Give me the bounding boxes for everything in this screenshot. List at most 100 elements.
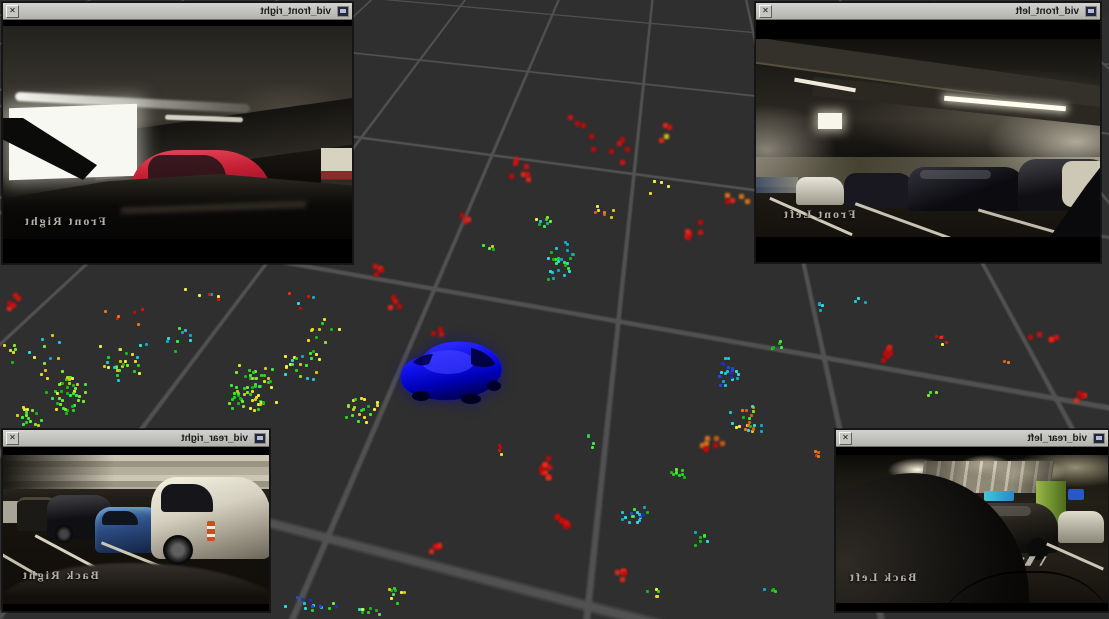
lidar-point: [397, 304, 402, 309]
lidar-point: [22, 423, 25, 426]
lidar-point: [295, 357, 298, 360]
lidar-point: [591, 446, 594, 449]
camera-feed-front-left: Front Left: [756, 20, 1100, 262]
lidar-point: [304, 607, 307, 610]
lidar-point: [741, 409, 744, 412]
lidar-point: [41, 338, 44, 341]
camera-label: Back Left: [848, 570, 916, 585]
lidar-point: [230, 384, 233, 387]
lidar-point: [137, 323, 140, 326]
lidar-point: [736, 377, 739, 380]
lidar-point: [338, 328, 341, 331]
close-button[interactable]: ✕: [839, 432, 852, 445]
lidar-point: [27, 417, 30, 420]
lidar-point: [25, 421, 28, 424]
lidar-point: [60, 390, 63, 393]
lidar-point: [310, 357, 313, 360]
lidar-point: [125, 352, 128, 355]
blue-sign: [1068, 489, 1084, 500]
lidar-point: [568, 270, 571, 273]
lidar-point: [699, 536, 702, 539]
lidar-point: [40, 373, 43, 376]
lidar-point: [307, 339, 310, 342]
lidar-point: [243, 393, 246, 396]
window-app-icon: [1085, 6, 1097, 17]
close-button[interactable]: ✕: [6, 432, 19, 445]
lidar-point: [167, 337, 170, 340]
lidar-point: [927, 394, 930, 397]
lidar-point: [311, 328, 314, 331]
lidar-point: [566, 249, 569, 252]
window-vid-front-left: ✕ vid_front_left: [755, 2, 1101, 263]
lidar-point: [429, 549, 434, 554]
window-vid-rear-right: ✕ vid_rear_right Back Right: [2, 429, 270, 612]
lidar-point: [375, 609, 378, 612]
lidar-point: [228, 402, 231, 405]
lidar-point: [747, 429, 750, 432]
titlebar[interactable]: ✕ vid_rear_right: [3, 430, 269, 447]
lidar-point: [184, 288, 187, 291]
lidar-point: [597, 209, 600, 212]
lidar-point: [55, 408, 58, 411]
lidar-point: [361, 608, 364, 611]
lidar-point: [752, 410, 755, 413]
lidar-point: [624, 516, 627, 519]
close-button[interactable]: ✕: [6, 5, 19, 18]
window-app-icon: [337, 6, 349, 17]
lidar-point: [238, 364, 241, 367]
lidar-point: [885, 354, 890, 359]
titlebar[interactable]: ✕ vid_front_right: [3, 3, 352, 20]
lidar-point: [270, 386, 273, 389]
lidar-point: [301, 598, 304, 601]
lidar-point: [549, 220, 552, 223]
lidar-point: [301, 355, 304, 358]
lidar-point: [760, 424, 763, 427]
lidar-point: [61, 370, 64, 373]
lidar-point: [646, 590, 649, 593]
lidar-point: [513, 161, 518, 166]
titlebar[interactable]: ✕ vid_front_left: [756, 3, 1100, 20]
lidar-point: [492, 248, 495, 251]
lidar-point: [552, 277, 555, 280]
lidar-point: [760, 430, 763, 433]
lidar-point: [299, 375, 302, 378]
lidar-point: [488, 247, 491, 250]
lidar-point: [119, 360, 122, 363]
lidar-point: [748, 417, 751, 420]
lidar-point: [57, 357, 60, 360]
lidar-point: [538, 223, 541, 226]
lidar-point: [699, 540, 702, 543]
lidar-point: [11, 361, 14, 364]
lidar-point: [117, 379, 120, 382]
lidar-point: [297, 302, 300, 305]
lidar-point: [295, 369, 298, 372]
lidar-point: [772, 346, 775, 349]
lidar-point: [31, 409, 34, 412]
lidar-point: [557, 260, 560, 263]
lidar-point: [726, 370, 729, 373]
lidar-point: [659, 138, 664, 143]
lidar-point: [249, 393, 252, 396]
lidar-point: [133, 370, 136, 373]
lidar-point: [242, 405, 245, 408]
lidar-point: [367, 611, 370, 614]
titlebar[interactable]: ✕ vid_rear_left: [836, 430, 1108, 447]
lidar-point: [547, 257, 550, 260]
lidar-point: [246, 386, 249, 389]
close-button[interactable]: ✕: [759, 5, 772, 18]
lidar-point: [362, 408, 365, 411]
lidar-point: [324, 341, 327, 344]
lidar-point: [555, 515, 560, 520]
lidar-point: [257, 408, 260, 411]
hanging-lamp: [818, 113, 842, 129]
lidar-point: [643, 506, 646, 509]
lidar-point: [33, 356, 36, 359]
lidar-point: [12, 351, 15, 354]
lidar-point: [719, 384, 722, 387]
lidar-point: [509, 174, 514, 179]
lidar-point: [374, 272, 379, 277]
lidar-point: [64, 408, 67, 411]
lidar-point: [569, 257, 572, 260]
lidar-point: [744, 428, 747, 431]
lidar-point: [731, 422, 734, 425]
